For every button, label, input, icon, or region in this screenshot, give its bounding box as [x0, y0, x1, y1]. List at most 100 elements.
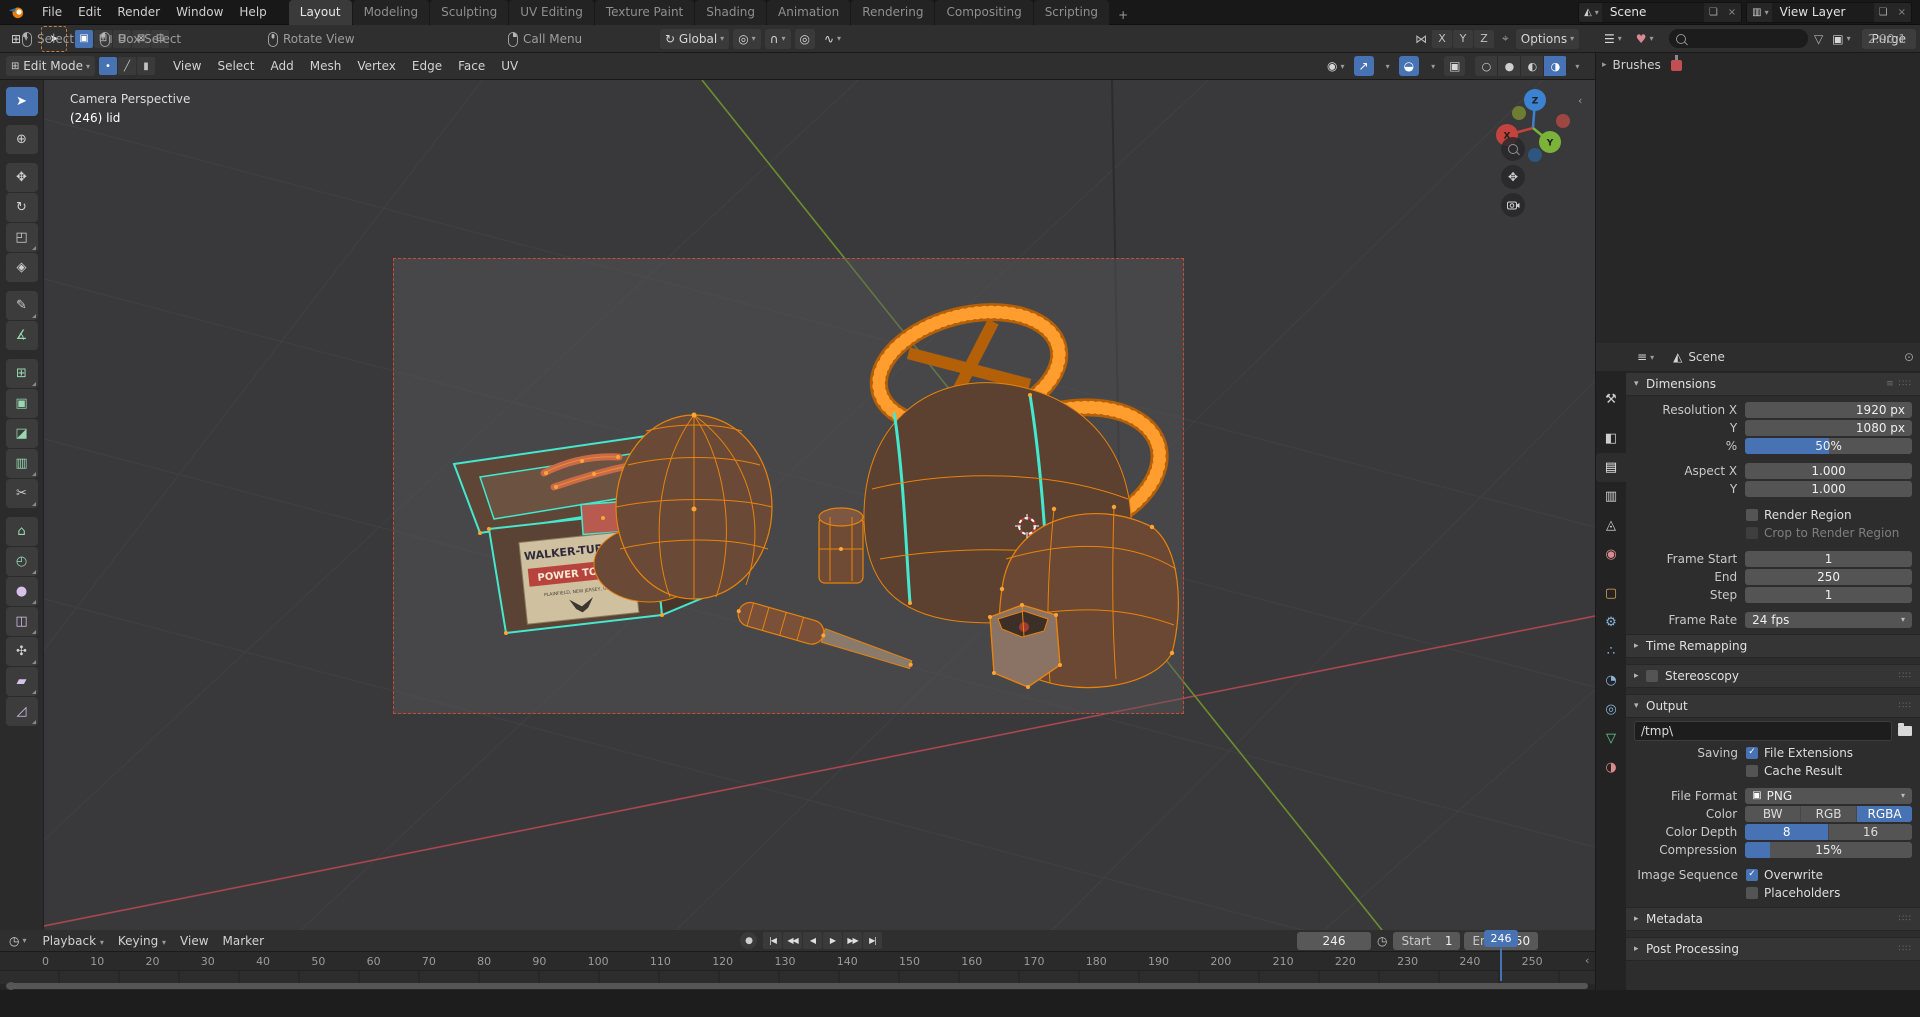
shading-solid-button[interactable]: ● [1498, 56, 1521, 76]
workspace-tab-uv-editing[interactable]: UV Editing [509, 0, 594, 25]
aspect-y-field[interactable]: 1.000 [1745, 481, 1912, 497]
gizmos-toggle[interactable]: ↗ [1354, 56, 1374, 76]
proportional-falloff-dropdown[interactable]: ∿ ▾ [819, 29, 846, 49]
add-workspace-button[interactable]: + [1110, 5, 1136, 25]
tool-shrink-fatten[interactable]: ✣ [6, 637, 38, 666]
outliner-data-type-dropdown[interactable]: ♥ ▾ [1631, 29, 1659, 49]
tool-knife[interactable]: ✂ [6, 479, 38, 508]
auto-keyframe-button[interactable]: ● [740, 932, 757, 949]
tool-edge-slide[interactable]: ◫ [6, 607, 38, 636]
menu-view[interactable]: View [165, 53, 209, 80]
view-layer-remove-button[interactable]: × [1893, 7, 1911, 18]
file-extensions-checkbox[interactable]: ✓ [1746, 747, 1758, 759]
tool-transform[interactable]: ◈ [6, 253, 38, 282]
menu-edit[interactable]: Edit [70, 0, 109, 25]
workspace-tab-compositing[interactable]: Compositing [935, 0, 1032, 25]
filter-icon[interactable]: ▽ [1814, 32, 1823, 46]
tool-extrude-region[interactable]: ⊞ [6, 359, 38, 388]
menu-help[interactable]: Help [231, 0, 274, 25]
camera-frame[interactable]: WALKER-TURNER POWER TOOLS PLAINFIELD, NE… [393, 258, 1184, 714]
viewport-3d[interactable]: WALKER-TURNER POWER TOOLS PLAINFIELD, NE… [44, 80, 1595, 930]
breadcrumb-scene[interactable]: Scene [1688, 350, 1725, 364]
options-dropdown[interactable]: Options ▾ [1516, 29, 1579, 49]
scene-new-button[interactable]: ❏ [1704, 7, 1723, 18]
snap-target-icon[interactable]: ⌖ [1502, 31, 1509, 46]
resolution-percent-slider[interactable]: 50% [1745, 438, 1912, 454]
menu-keying[interactable]: Keying ▾ [111, 934, 173, 948]
tab-scene[interactable]: ◬ [1596, 511, 1626, 540]
outliner-search-input[interactable] [1669, 29, 1808, 48]
gizmo-axis-neg-y[interactable] [1512, 106, 1526, 120]
snap-toggle-dropdown[interactable]: ∩ ▾ [765, 29, 791, 49]
frame-start-input[interactable]: Start1 [1393, 932, 1460, 950]
tool-measure[interactable]: ∡ [6, 321, 38, 350]
panel-metadata[interactable]: ▸ Metadata ∷∷ [1626, 907, 1920, 931]
outliner-filter-dropdown[interactable]: ▣ ▾ [1827, 29, 1855, 49]
mirror-z-button[interactable]: Z [1474, 30, 1494, 48]
workspace-tab-rendering[interactable]: Rendering [851, 0, 934, 25]
overlays-dropdown[interactable]: ▾ [1423, 56, 1440, 76]
panel-output[interactable]: ▾ Output ∷∷ [1626, 694, 1920, 718]
menu-file[interactable]: File [34, 0, 70, 25]
play-button[interactable]: ▶ [823, 932, 842, 949]
compression-slider[interactable]: 15% [1745, 842, 1912, 858]
gizmo-axis-neg-z[interactable] [1528, 148, 1542, 162]
proportional-editing-button[interactable]: ◎ [795, 29, 815, 49]
stereoscopy-checkbox[interactable] [1646, 670, 1658, 682]
tool-shear[interactable]: ▰ [6, 667, 38, 696]
menu-window[interactable]: Window [168, 0, 231, 25]
menu-face[interactable]: Face [450, 53, 493, 80]
zoom-button[interactable] [1501, 137, 1525, 161]
panel-post-processing[interactable]: ▸ Post Processing ∷∷ [1626, 937, 1920, 961]
mirror-y-button[interactable]: Y [1453, 30, 1473, 48]
tab-render[interactable]: ◧ [1596, 424, 1626, 453]
tab-object-data[interactable]: ▽ [1596, 724, 1626, 753]
scene-name-field[interactable]: Scene [1602, 3, 1704, 22]
properties-editor-type-button[interactable]: ≡ ▾ [1632, 347, 1659, 367]
frame-rate-dropdown[interactable]: 24 fps ▾ [1745, 612, 1912, 628]
scene-unlink-button[interactable]: × [1723, 7, 1741, 18]
tab-view-layer[interactable]: ▥ [1596, 482, 1626, 511]
menu-marker[interactable]: Marker [216, 934, 271, 948]
jump-to-start-button[interactable]: |◀ [763, 932, 782, 949]
tool-loop-cut[interactable]: ▥ [6, 449, 38, 478]
tool-inset-faces[interactable]: ▣ [6, 389, 38, 418]
workspace-tab-scripting[interactable]: Scripting [1034, 0, 1109, 25]
tab-tool[interactable]: ⚒ [1596, 385, 1626, 414]
tab-object[interactable]: ▢ [1596, 579, 1626, 608]
depth-8-button[interactable]: 8 [1745, 824, 1829, 840]
gizmos-dropdown[interactable]: ▾ [1378, 56, 1395, 76]
shading-material-button[interactable]: ◐ [1521, 56, 1544, 76]
tool-move[interactable]: ✥ [6, 163, 38, 192]
vertex-select-button[interactable]: • [99, 57, 117, 75]
view-layer-browse-dropdown[interactable]: ▾ [1765, 8, 1772, 17]
tool-rip-region[interactable]: ◿ [6, 697, 38, 726]
tab-material[interactable]: ◑ [1596, 753, 1626, 782]
crop-render-region-checkbox[interactable] [1746, 527, 1758, 539]
stopwatch-icon[interactable]: ◷ [1377, 934, 1387, 948]
tab-output[interactable]: ▤ [1596, 453, 1626, 482]
menu-add[interactable]: Add [263, 53, 302, 80]
shading-rendered-button[interactable]: ◑ [1544, 56, 1567, 76]
expand-arrow-icon[interactable]: ▸ [1602, 60, 1607, 70]
panel-dimensions[interactable]: ▾ Dimensions ≡ ∷∷ [1626, 372, 1920, 396]
pan-button[interactable]: ✥ [1501, 165, 1525, 189]
aspect-x-field[interactable]: 1.000 [1745, 463, 1912, 479]
menu-edge[interactable]: Edge [404, 53, 450, 80]
view-layer-icon[interactable]: ▥ [1747, 7, 1764, 18]
tool-select-box[interactable]: ➤ [6, 87, 38, 116]
tool-poly-build[interactable]: ⌂ [6, 517, 38, 546]
panel-time-remapping[interactable]: ▸ Time Remapping [1626, 634, 1920, 658]
tool-smooth[interactable]: ● [6, 577, 38, 606]
frame-end-field[interactable]: 250 [1745, 569, 1912, 585]
placeholders-checkbox[interactable] [1746, 887, 1758, 899]
resolution-x-field[interactable]: 1920 px [1745, 402, 1912, 418]
navigation-gizmo[interactable]: Z X Y [1484, 82, 1584, 174]
tool-cursor[interactable]: ⊕ [6, 125, 38, 154]
tab-constraints[interactable]: ◎ [1596, 695, 1626, 724]
face-select-button[interactable]: ▮ [137, 57, 155, 75]
workspace-tab-animation[interactable]: Animation [767, 0, 850, 25]
select-mode-new-button[interactable]: ▣ [75, 30, 93, 48]
camera-view-button[interactable] [1501, 193, 1525, 217]
play-reverse-button[interactable]: ◀ [803, 932, 822, 949]
